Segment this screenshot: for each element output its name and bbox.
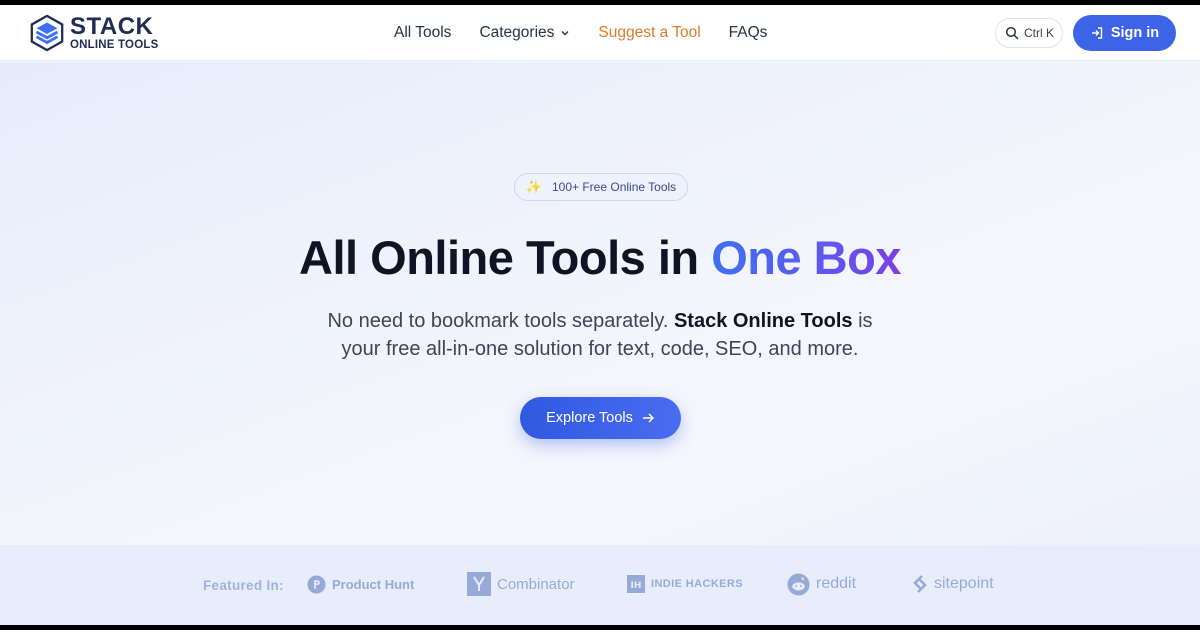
featured-in-strip: Featured In: Product Hunt Combinator IH …	[0, 545, 1200, 625]
sparkle-icon: ✨	[525, 179, 542, 194]
reddit-icon	[787, 572, 810, 596]
svg-text:IH: IH	[631, 581, 642, 591]
subtitle-brand: Stack Online Tools	[673, 310, 853, 332]
site-logo[interactable]: STACK ONLINE TOOLS	[28, 14, 158, 52]
login-icon	[1091, 27, 1103, 39]
partner-reddit-label: reddit	[816, 575, 857, 592]
search-icon	[1005, 26, 1019, 40]
partner-y-combinator[interactable]: Combinator	[467, 569, 575, 599]
page: STACK ONLINE TOOLS All Tools Categories …	[0, 5, 1200, 625]
partner-sitepoint-label: sitepoint	[934, 575, 994, 592]
sitepoint-icon	[913, 575, 927, 593]
nav-all-tools-label: All Tools	[394, 24, 452, 41]
sign-in-button[interactable]: Sign in	[1073, 15, 1176, 51]
indie-hackers-icon: IH	[627, 575, 645, 593]
arrow-right-icon	[642, 413, 654, 423]
partner-y-combinator-label: Combinator	[497, 575, 575, 593]
explore-tools-label: Explore Tools	[546, 410, 633, 426]
hero-subtitle: No need to bookmark tools separately. St…	[0, 307, 1200, 363]
hero-section: ✨ 100+ Free Online Tools All Online Tool…	[0, 62, 1200, 545]
headline-plain: All Online Tools in	[299, 231, 712, 284]
nav-faqs[interactable]: FAQs	[729, 24, 768, 42]
partner-indie-hackers[interactable]: IH INDIE HACKERS	[627, 569, 743, 599]
subtitle-line1-post: is	[852, 310, 873, 332]
site-header: STACK ONLINE TOOLS All Tools Categories …	[0, 5, 1200, 61]
featured-label: Featured In:	[203, 578, 284, 593]
nav-all-tools[interactable]: All Tools	[394, 24, 451, 42]
logo-wordmark-top: STACK	[70, 12, 154, 40]
nav-suggest-tool[interactable]: Suggest a Tool	[598, 24, 700, 42]
headline-accent: One Box	[711, 231, 901, 284]
badge-text: 100+ Free Online Tools	[551, 180, 677, 194]
search-shortcut: Ctrl K	[1024, 26, 1054, 40]
subtitle-line2: your free all-in-one solution for text, …	[341, 338, 859, 360]
stacked-layers-hexagon-icon	[30, 14, 64, 52]
tools-count-badge: ✨ 100+ Free Online Tools	[514, 173, 688, 201]
partner-sitepoint[interactable]: sitepoint	[912, 569, 994, 599]
search-button[interactable]: Ctrl K	[995, 18, 1063, 48]
explore-tools-button[interactable]: Explore Tools	[520, 397, 681, 439]
partner-reddit[interactable]: reddit	[787, 569, 856, 599]
partner-product-hunt-label: Product Hunt	[332, 576, 415, 592]
logo-wordmark-bottom: ONLINE TOOLS	[70, 38, 159, 51]
nav-categories-label: Categories	[479, 24, 555, 41]
nav-suggest-tool-label: Suggest a Tool	[598, 24, 701, 41]
main-nav: All Tools Categories Suggest a Tool FAQs	[394, 5, 795, 61]
y-combinator-icon	[467, 572, 491, 596]
partner-product-hunt[interactable]: Product Hunt	[307, 569, 414, 599]
hero-headline: All Online Tools in One Box	[0, 230, 1200, 285]
partner-indie-hackers-label: INDIE HACKERS	[651, 578, 743, 590]
chevron-down-icon	[561, 31, 569, 36]
nav-faqs-label: FAQs	[728, 24, 768, 41]
nav-categories[interactable]: Categories	[479, 24, 570, 42]
product-hunt-icon	[307, 574, 326, 594]
subtitle-line1-pre: No need to bookmark tools separately.	[327, 310, 674, 332]
sign-in-label: Sign in	[1110, 25, 1160, 41]
